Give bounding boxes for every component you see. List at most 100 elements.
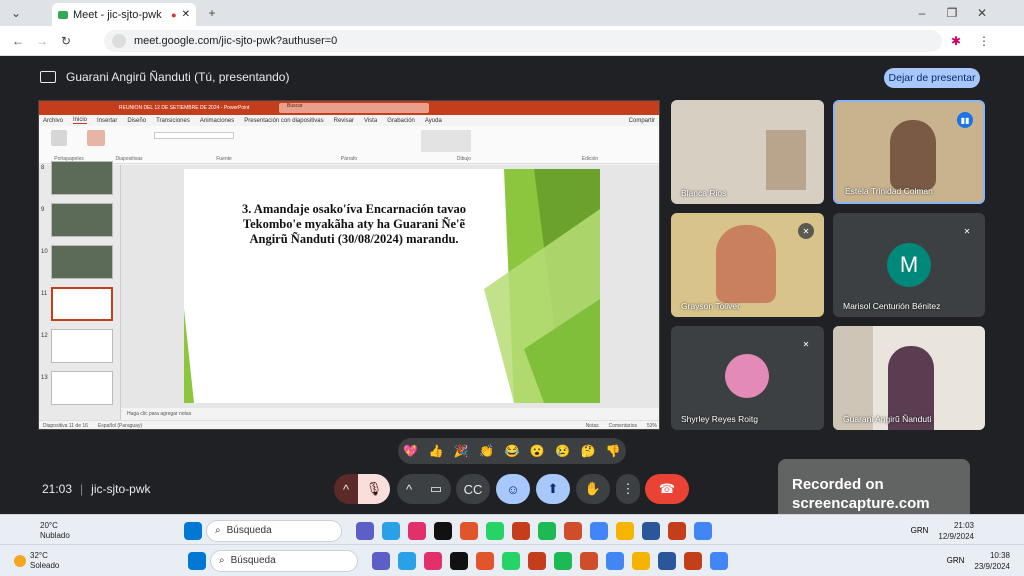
taskbar-app-icon[interactable]	[694, 521, 712, 540]
taskbar-app-icon[interactable]	[382, 521, 400, 540]
ppt-menu-item[interactable]: Ayuda	[425, 118, 442, 124]
ppt-menu-item[interactable]: Grabación	[387, 118, 415, 124]
ppt-menu-item[interactable]: Diseño	[127, 118, 146, 124]
restore-icon[interactable]: ❐	[944, 5, 960, 21]
taskbar-app-icon[interactable]	[590, 521, 608, 540]
ppt-menu-item[interactable]: Transiciones	[156, 118, 190, 124]
participant-tile[interactable]: ✕ Grayson Toliver	[671, 213, 824, 317]
browser-tab[interactable]: Meet - jic-sjto-pwk ● ✕	[52, 3, 196, 26]
present-button[interactable]: ⬆	[536, 474, 570, 504]
reaction-emoji[interactable]: 👏	[479, 444, 494, 458]
ppt-menu-item[interactable]: Presentación con diapositivas	[244, 118, 323, 124]
taskbar-clock[interactable]: 10:38 23/9/2024	[974, 550, 1010, 572]
taskbar-app-icon[interactable]	[684, 551, 702, 570]
captions-button[interactable]: CC	[456, 474, 490, 504]
mic-off-button[interactable]: 🎙	[358, 474, 390, 504]
taskbar-app-icon[interactable]	[710, 551, 728, 570]
shapes-gallery[interactable]	[421, 130, 471, 152]
taskbar-app-icon[interactable]	[356, 521, 374, 540]
taskbar-app-icon[interactable]	[450, 551, 468, 570]
taskbar-app-icon[interactable]	[398, 551, 416, 570]
taskbar-app-icon[interactable]	[616, 521, 634, 540]
ppt-search-box[interactable]: Buscar	[279, 103, 429, 113]
status-comments[interactable]: Comentarios	[609, 423, 637, 429]
tab-list-icon[interactable]: ⌄	[8, 5, 24, 21]
reactions-button[interactable]: ☺	[496, 474, 530, 504]
paste-icon[interactable]	[51, 130, 67, 146]
forward-icon[interactable]: →	[34, 33, 50, 49]
zoom-level[interactable]: 53%	[647, 423, 657, 429]
taskbar-app-icon[interactable]	[606, 551, 624, 570]
leave-call-button[interactable]: ☎	[645, 474, 689, 504]
slide-thumbnail[interactable]	[51, 161, 113, 195]
taskbar-app-icon[interactable]	[658, 551, 676, 570]
language-indicator[interactable]: GRN	[911, 526, 929, 535]
ppt-menu-item[interactable]: Inicio	[73, 117, 88, 124]
participant-tile[interactable]: Guarani Angirũ Ñanduti	[833, 326, 985, 430]
taskbar-app-icon[interactable]	[538, 521, 556, 540]
address-bar[interactable]: meet.google.com/jic-sjto-pwk?authuser=0	[104, 30, 942, 52]
taskbar-app-icon[interactable]	[580, 551, 598, 570]
reaction-emoji[interactable]: 😮	[530, 444, 545, 458]
ppt-menu-item[interactable]: Insertar	[97, 118, 117, 124]
ppt-menu-item[interactable]: Archivo	[43, 118, 63, 124]
taskbar-app-icon[interactable]	[502, 551, 520, 570]
menu-kebab-icon[interactable]: ⋮	[976, 33, 992, 49]
windows-start-icon[interactable]	[188, 551, 206, 570]
ppt-menu-item[interactable]: Vista	[364, 118, 377, 124]
taskbar-search[interactable]: ⌕ Búsqueda	[210, 549, 358, 572]
taskbar-app-icon[interactable]	[424, 551, 442, 570]
weather-widget[interactable]: 32°C Soleado	[14, 551, 184, 571]
taskbar-clock[interactable]: 21:03 12/9/2024	[938, 520, 974, 542]
taskbar-app-icon[interactable]	[642, 521, 660, 540]
status-notes[interactable]: Notas	[586, 423, 599, 429]
slide-thumbnail[interactable]	[51, 203, 113, 237]
taskbar-app-icon[interactable]	[460, 521, 478, 540]
ppt-menu-item[interactable]: Revisar	[334, 118, 354, 124]
reaction-emoji[interactable]: 🤔	[580, 444, 595, 458]
taskbar-app-icon[interactable]	[476, 551, 494, 570]
participant-tile-active[interactable]: ▮▮ Estela Trinidad Colman	[833, 100, 985, 204]
audio-options-button[interactable]: ^	[334, 474, 358, 504]
reaction-emoji[interactable]: 👎	[606, 444, 621, 458]
taskbar-app-icon[interactable]	[668, 521, 686, 540]
site-info-icon[interactable]	[112, 34, 126, 48]
back-icon[interactable]: ←	[10, 33, 26, 49]
taskbar-app-icon[interactable]	[486, 521, 504, 540]
video-options-button[interactable]: ^	[397, 474, 421, 504]
more-options-button[interactable]: ⋮	[616, 474, 640, 504]
taskbar-app-icon[interactable]	[512, 521, 530, 540]
reaction-emoji[interactable]: 👍	[429, 444, 444, 458]
windows-start-icon[interactable]	[184, 521, 202, 540]
current-slide[interactable]: 3. Amandaje osako'íva Encarnación tavao …	[184, 169, 600, 403]
stop-presenting-button[interactable]: Dejar de presentar	[884, 68, 980, 88]
notes-pane[interactable]: Haga clic para agregar notas	[121, 408, 659, 420]
taskbar-app-icon[interactable]	[528, 551, 546, 570]
taskbar-app-icon[interactable]	[372, 551, 390, 570]
weather-widget[interactable]: 20°C Nublado	[40, 521, 180, 541]
reaction-emoji[interactable]: 😢	[555, 444, 570, 458]
new-slide-icon[interactable]	[87, 130, 105, 146]
slide-thumbnail[interactable]	[51, 287, 113, 321]
reload-icon[interactable]: ↻	[58, 33, 74, 49]
reaction-emoji[interactable]: 💖	[403, 444, 418, 458]
ppt-menu-item[interactable]: Animaciones	[200, 118, 234, 124]
minimize-icon[interactable]: –	[914, 5, 930, 21]
new-tab-icon[interactable]: +	[204, 5, 220, 21]
ppt-share-button[interactable]: Compartir	[629, 118, 655, 124]
slide-thumbnail[interactable]	[51, 245, 113, 279]
participant-tile[interactable]: Blanca Rios	[671, 100, 824, 204]
reaction-emoji[interactable]: 😂	[505, 444, 520, 458]
participant-tile[interactable]: ✕ Shyrley Reyes Roitg	[671, 326, 824, 430]
taskbar-app-icon[interactable]	[554, 551, 572, 570]
slide-thumbnail[interactable]	[51, 371, 113, 405]
camera-button[interactable]: ▭	[421, 474, 451, 504]
close-window-icon[interactable]: ✕	[974, 5, 990, 21]
extension-icon[interactable]: ✱	[948, 33, 964, 49]
taskbar-app-icon[interactable]	[564, 521, 582, 540]
participant-tile[interactable]: M ✕ Marisol Centurión Bénitez	[833, 213, 985, 317]
raise-hand-button[interactable]: ✋	[576, 474, 610, 504]
taskbar-search[interactable]: ⌕ Búsqueda	[206, 519, 342, 542]
font-name-box[interactable]	[154, 132, 234, 139]
taskbar-app-icon[interactable]	[408, 521, 426, 540]
